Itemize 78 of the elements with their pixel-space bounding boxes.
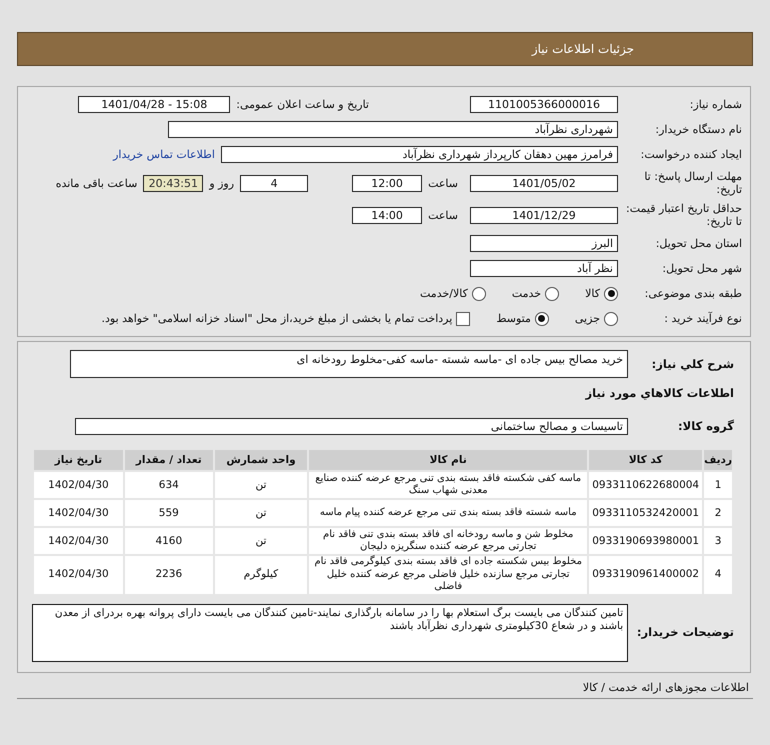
validity-time-field: 14:00 (352, 206, 422, 224)
field-label: شهر محل تحویل: (661, 262, 742, 275)
validity-date-field: 1401/12/29 (470, 206, 618, 224)
table-cell: تن (214, 499, 308, 527)
column-header: تعداد / مقدار (124, 449, 214, 471)
province-field: البرز (470, 235, 618, 252)
field-label: توضیحات خریدار: (636, 625, 734, 640)
table-cell: تن (214, 527, 308, 555)
table-cell: ماسه کفی شکسته فاقد بسته بندی تنی مرجع عرضه کننده صنایع معدنی شهاب سنگ (308, 471, 588, 499)
radio-button[interactable] (472, 286, 486, 300)
field-label: حداقل تاریخ اعتبار قیمت: تا تاریخ: (625, 202, 742, 228)
table-cell: 1402/04/30 (33, 471, 124, 499)
announce-date-field: 1401/04/28 - 15:08 (78, 96, 230, 113)
description-field: خرید مصالح بیس جاده ای -ماسه شسته -ماسه کفی-مخلوط رودخانه ای (70, 350, 628, 378)
field-label: مهلت ارسال پاسخ: تا تاریخ: (643, 170, 742, 196)
field-label: شماره نیاز: (688, 98, 742, 111)
table-cell: کیلوگرم (214, 555, 308, 594)
column-header: واحد شمارش (214, 449, 308, 471)
field-label: نوع فرآیند خرید : (663, 312, 742, 325)
deadline-date-field: 1401/05/02 (470, 174, 618, 192)
remaining-time-field: 20:43:51 (143, 174, 204, 192)
buyer-contact-link[interactable]: اطلاعات تماس خریدار (113, 148, 215, 161)
field-label: شرح کلي نياز: (650, 356, 734, 372)
buyer-notes-field: تامین کنندگان می بایست برگ استعلام بها را در سامانه بارگذاری نمایند-تامین کنندگان می بایست دارای پروانه بهره بردرای از معدن باشند و در شعاع 30کیلومتری شهرداری نظرآباد باشند (32, 604, 628, 662)
field-label: نام دستگاه خریدار: (654, 123, 742, 136)
requester-field: فرامرز مهین دهقان کارپرداز شهرداری نظرآباد (221, 146, 618, 163)
days-field: 4 (240, 174, 308, 192)
field-label: ساعت (428, 208, 458, 222)
column-header: نام کالا (308, 449, 588, 471)
field-label: ساعت باقی مانده (56, 176, 138, 190)
field-label: استان محل تحویل: (654, 237, 742, 250)
deadline-time-field: 12:00 (352, 174, 422, 192)
option-label: خدمت (512, 287, 542, 300)
table-cell: 0933110622680004 (588, 471, 704, 499)
table-cell: ماسه شسته فاقد بسته بندی تنی مرجع عرضه کننده پیام ماسه (308, 499, 588, 527)
table-cell: 4160 (124, 527, 214, 555)
section-title: اطلاعات مجوزهای ارائه خدمت / کالا (582, 680, 749, 694)
option-label: متوسط (496, 312, 531, 325)
field-label: ساعت (428, 176, 458, 190)
table-cell: 0933190693980001 (588, 527, 704, 555)
table-cell: 0933110532420001 (588, 499, 704, 527)
table-cell: 3 (703, 527, 733, 555)
field-label: روز و (209, 176, 234, 190)
column-header: ردیف (703, 449, 733, 471)
field-label: طبقه بندی موضوعی: (644, 287, 742, 300)
radio-button[interactable] (604, 312, 618, 326)
table-cell: 1402/04/30 (33, 527, 124, 555)
page-title: جزئیات اطلاعات نیاز (532, 42, 634, 56)
table-cell: 1402/04/30 (33, 555, 124, 594)
buyer-org-field: شهرداری نظرآباد (168, 121, 618, 138)
need-number-field: 1101005366000016 (470, 96, 618, 113)
table-cell: 559 (124, 499, 214, 527)
column-header: کد کالا (588, 449, 704, 471)
section-title: اطلاعات کالاهاي مورد نياز (586, 386, 734, 401)
goods-group-field: تاسیسات و مصالح ساختمانی (75, 418, 628, 435)
table-cell: 634 (124, 471, 214, 499)
field-label: تاریخ و ساعت اعلان عمومی: (236, 98, 369, 111)
radio-button[interactable] (534, 312, 549, 326)
table-cell: مخلوط بیس شکسته جاده ای فاقد بسته بندی کیلوگرمی فاقد نام تجارتی مرجع سازنده خلیل فاضلی مرجع عرضه کننده خلیل فاضلی (308, 555, 588, 594)
table-cell: 2 (703, 499, 733, 527)
checkbox[interactable] (456, 312, 470, 326)
field-label: ایجاد کننده درخواست: (640, 148, 742, 161)
city-field: نظر آباد (470, 260, 618, 277)
table-cell: 1 (703, 471, 733, 499)
option-label: پرداخت تمام یا بخشی از مبلغ خرید،از محل "اسناد خزانه اسلامی" خواهد بود. (102, 312, 452, 325)
table-cell: 0933190961400002 (588, 555, 704, 594)
table-cell: تن (214, 471, 308, 499)
radio-button[interactable] (545, 286, 560, 300)
table-cell: مخلوط شن و ماسه رودخانه ای فاقد بسته بندی تنی فاقد نام تجارتی مرجع عرضه کننده سنگریزه دلیجان (308, 527, 588, 555)
option-label: کالا/خدمت (420, 287, 468, 300)
table-cell: 1402/04/30 (33, 499, 124, 527)
column-header: تاریخ نیاز (33, 449, 124, 471)
field-label: گروه کالا: (677, 419, 734, 434)
option-label: کالا (585, 287, 600, 300)
table-cell: 2236 (124, 555, 214, 594)
radio-button[interactable] (604, 286, 618, 300)
table-cell: 4 (703, 555, 733, 594)
option-label: جزیی (574, 312, 600, 325)
